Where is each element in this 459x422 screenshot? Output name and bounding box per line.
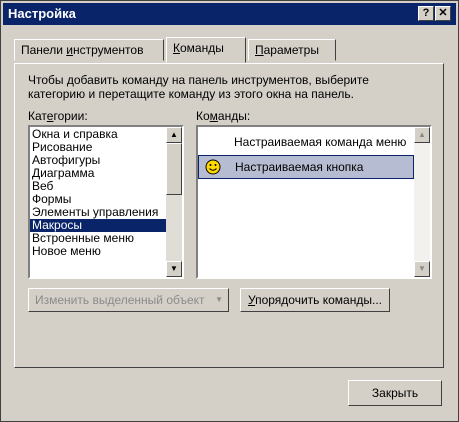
customize-dialog: Настройка ? ✕ Панели инструментов Команд… [0, 0, 459, 422]
commands-scrollbar[interactable]: ▲ ▼ [414, 127, 430, 277]
command-item-selected[interactable]: Настраиваемая кнопка [198, 155, 414, 179]
command-item[interactable]: Настраиваемая команда меню [198, 131, 414, 155]
categories-label-text-rest: гории: [53, 109, 88, 123]
tab-toolbars[interactable]: Панели инструментов [14, 39, 164, 61]
dropdown-arrow-icon: ▼ [215, 295, 223, 304]
instructions-text: Чтобы добавить команду на панель инструм… [28, 73, 369, 101]
categories-label-text: Кат [28, 109, 47, 123]
command-item-label: Настраиваемая кнопка [235, 160, 364, 174]
commands-label: Команды: [196, 109, 250, 123]
tab-toolbars-accel: и [66, 43, 73, 57]
rearrange-label-rest: порядочить команды... [255, 293, 382, 307]
categories-label: Категории: [28, 109, 88, 123]
categories-items: Окна и справка Рисование Автофигуры Диаг… [30, 128, 166, 258]
tab-commands[interactable]: Команды [166, 37, 246, 63]
rearrange-commands-button[interactable]: Упорядочить команды... [240, 288, 390, 312]
modify-selection-label: Изменить выделенный объект [35, 293, 205, 307]
categories-scrollbar[interactable]: ▲ ▼ [166, 127, 182, 277]
commands-label-accel: м [209, 109, 218, 123]
scroll-down-button[interactable]: ▼ [414, 261, 430, 277]
scroll-down-button[interactable]: ▼ [166, 261, 182, 277]
close-button[interactable]: Закрыть [348, 380, 442, 406]
help-button[interactable]: ? [418, 6, 434, 21]
tab-options-accel: П [255, 43, 264, 57]
close-window-button[interactable]: ✕ [435, 6, 451, 21]
tab-toolbars-label: Панели [21, 43, 67, 57]
commands-label-text-rest: анды: [217, 109, 251, 123]
command-item-label: Настраиваемая команда меню [234, 135, 407, 149]
modify-selection-button[interactable]: Изменить выделенный объект ▼ [28, 288, 229, 312]
tab-options-label-rest: араметры [263, 43, 319, 57]
tab-options[interactable]: Параметры [248, 39, 336, 61]
scroll-up-button[interactable]: ▲ [414, 127, 430, 143]
tab-commands-accel: К [173, 41, 180, 55]
categories-list[interactable]: Окна и справка Рисование Автофигуры Диаг… [28, 125, 184, 279]
tab-commands-label-rest: оманды [180, 41, 224, 55]
dialog-title: Настройка [8, 6, 76, 21]
scroll-up-button[interactable]: ▲ [166, 127, 182, 143]
tab-toolbars-label-rest: нструментов [72, 43, 144, 57]
title-bar[interactable]: Настройка ? ✕ [3, 3, 456, 25]
commands-list[interactable]: Настраиваемая команда меню Настраиваемая… [196, 125, 432, 279]
scroll-thumb[interactable] [166, 143, 182, 195]
category-item[interactable]: Новое меню [30, 245, 166, 258]
commands-label-text: Ко [196, 109, 210, 123]
smiley-icon [205, 159, 221, 175]
